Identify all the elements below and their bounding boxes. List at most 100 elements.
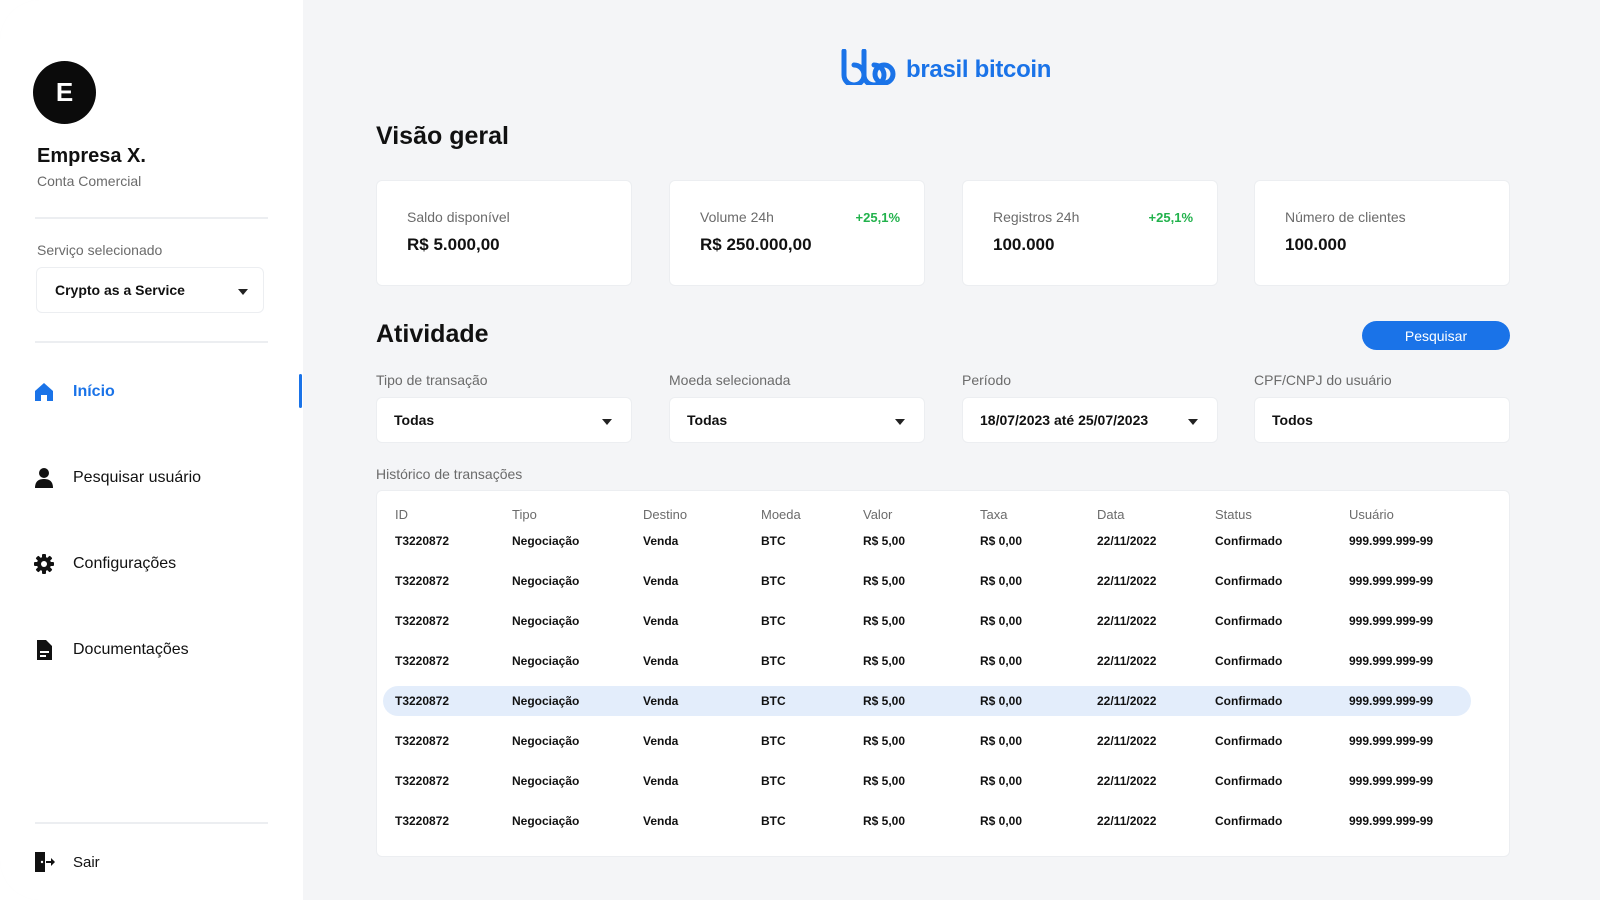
- cell-fee: R$ 0,00: [980, 774, 1023, 788]
- cell-date: 22/11/2022: [1097, 534, 1157, 548]
- cell-user: 999.999.999-99: [1349, 654, 1434, 668]
- chevron-down-icon: [895, 419, 905, 425]
- cell-destination: Venda: [643, 694, 679, 708]
- cell-user: 999.999.999-99: [1349, 534, 1434, 548]
- cell-date: 22/11/2022: [1097, 654, 1157, 668]
- cell-id: T3220872: [395, 774, 450, 788]
- stat-value: 100.000: [1285, 235, 1347, 254]
- cell-value: R$ 5,00: [863, 814, 906, 828]
- cell-status: Confirmado: [1215, 814, 1283, 828]
- cell-fee: R$ 0,00: [980, 694, 1023, 708]
- account-type: Conta Comercial: [37, 173, 142, 189]
- column-header: Usuário: [1349, 507, 1394, 522]
- currency-select[interactable]: Todas: [669, 397, 925, 443]
- cell-type: Negociação: [512, 694, 580, 708]
- column-header: Valor: [863, 507, 893, 522]
- stat-value: R$ 5.000,00: [407, 235, 500, 254]
- avatar[interactable]: E: [33, 61, 96, 124]
- filter-label: Período: [962, 372, 1012, 388]
- cell-value: R$ 5,00: [863, 774, 906, 788]
- app-frame: E Empresa X. Conta Comercial Serviço sel…: [0, 0, 1600, 900]
- column-header: Tipo: [512, 507, 537, 522]
- table-row[interactable]: T3220872 Negociação Venda BTC R$ 5,00 R$ 0,00…: [383, 726, 1471, 756]
- cell-currency: BTC: [761, 734, 786, 748]
- logout-label: Sair: [73, 853, 100, 871]
- transactions-table: ID Tipo Destino Moeda Valor Taxa Data St…: [376, 490, 1510, 857]
- cell-status: Confirmado: [1215, 734, 1283, 748]
- cell-fee: R$ 0,00: [980, 654, 1023, 668]
- cell-fee: R$ 0,00: [980, 534, 1023, 548]
- sidebar-item-label: Início: [73, 383, 115, 400]
- user-id-input[interactable]: Todos: [1254, 397, 1510, 443]
- cell-status: Confirmado: [1215, 534, 1283, 548]
- cell-user: 999.999.999-99: [1349, 774, 1434, 788]
- table-row[interactable]: T3220872 Negociação Venda BTC R$ 5,00 R$ 0,00…: [383, 606, 1471, 636]
- sidebar-item-pesquisar-usuario[interactable]: Pesquisar usuário: [33, 463, 201, 493]
- cell-id: T3220872: [395, 814, 450, 828]
- cell-date: 22/11/2022: [1097, 574, 1157, 588]
- overview-title: Visão geral: [376, 122, 509, 150]
- sidebar-item-configuracoes[interactable]: Configurações: [33, 549, 176, 579]
- cell-currency: BTC: [761, 574, 786, 588]
- cell-user: 999.999.999-99: [1349, 614, 1434, 628]
- stat-value: 100.000: [993, 235, 1055, 254]
- cell-user: 999.999.999-99: [1349, 734, 1434, 748]
- table-row[interactable]: T3220872 Negociação Venda BTC R$ 5,00 R$ 0,00…: [383, 806, 1471, 836]
- period-select[interactable]: 18/07/2023 até 25/07/2023: [962, 397, 1218, 443]
- chevron-down-icon: [1188, 419, 1198, 425]
- table-row[interactable]: T3220872 Negociação Venda BTC R$ 5,00 R$ 0,00…: [383, 686, 1471, 716]
- stat-value: R$ 250.000,00: [700, 235, 812, 254]
- filter-label: Moeda selecionada: [669, 372, 791, 388]
- cell-fee: R$ 0,00: [980, 814, 1023, 828]
- stat-card-clientes: Número de clientes 100.000: [1254, 180, 1510, 286]
- gear-icon: [33, 553, 55, 575]
- cell-date: 22/11/2022: [1097, 614, 1157, 628]
- cell-status: Confirmado: [1215, 694, 1283, 708]
- table-row[interactable]: T3220872 Negociação Venda BTC R$ 5,00 R$ 0,00…: [383, 646, 1471, 676]
- home-icon: [33, 381, 55, 403]
- table-row[interactable]: T3220872 Negociação Venda BTC R$ 5,00 R$ 0,00…: [383, 766, 1471, 796]
- logout-icon: [33, 851, 55, 873]
- table-row[interactable]: T3220872 Negociação Venda BTC R$ 5,00 R$ 0,00…: [383, 526, 1471, 556]
- cell-currency: BTC: [761, 694, 786, 708]
- cell-type: Negociação: [512, 614, 580, 628]
- sidebar-item-label: Pesquisar usuário: [73, 469, 202, 486]
- stat-card-saldo: Saldo disponível R$ 5.000,00: [376, 180, 632, 286]
- cell-type: Negociação: [512, 534, 580, 548]
- column-header: Moeda: [761, 507, 801, 522]
- cell-value: R$ 5,00: [863, 534, 906, 548]
- table-row[interactable]: T3220872 Negociação Venda BTC R$ 5,00 R$ 0,00…: [383, 566, 1471, 596]
- cell-user: 999.999.999-99: [1349, 574, 1434, 588]
- sidebar-item-inicio[interactable]: Início: [33, 377, 115, 407]
- cell-status: Confirmado: [1215, 654, 1283, 668]
- stat-label: Registros 24h: [993, 209, 1080, 225]
- user-icon: [33, 467, 55, 489]
- cell-status: Confirmado: [1215, 574, 1283, 588]
- cell-type: Negociação: [512, 814, 580, 828]
- sidebar: E Empresa X. Conta Comercial Serviço sel…: [0, 0, 303, 900]
- cell-currency: BTC: [761, 654, 786, 668]
- active-indicator: [299, 374, 302, 408]
- transaction-type-select[interactable]: Todas: [376, 397, 632, 443]
- cell-currency: BTC: [761, 814, 786, 828]
- cell-type: Negociação: [512, 574, 580, 588]
- service-label: Serviço selecionado: [37, 242, 163, 258]
- company-name: Empresa X.: [37, 145, 146, 167]
- stat-label: Número de clientes: [1285, 209, 1406, 225]
- cell-currency: BTC: [761, 534, 786, 548]
- cell-currency: BTC: [761, 614, 786, 628]
- sidebar-item-label: Configurações: [73, 555, 177, 572]
- filter-value: Todos: [1272, 412, 1313, 428]
- cell-date: 22/11/2022: [1097, 734, 1157, 748]
- service-select[interactable]: Crypto as a Service: [36, 267, 264, 313]
- logout-button[interactable]: Sair: [33, 847, 100, 877]
- cell-type: Negociação: [512, 774, 580, 788]
- sidebar-item-documentacoes[interactable]: Documentações: [33, 635, 189, 665]
- stat-card-volume: Volume 24h +25,1% R$ 250.000,00: [669, 180, 925, 286]
- cell-id: T3220872: [395, 534, 450, 548]
- cell-id: T3220872: [395, 614, 450, 628]
- search-button[interactable]: Pesquisar: [1362, 321, 1510, 350]
- cell-id: T3220872: [395, 694, 450, 708]
- cell-currency: BTC: [761, 774, 786, 788]
- cell-value: R$ 5,00: [863, 734, 906, 748]
